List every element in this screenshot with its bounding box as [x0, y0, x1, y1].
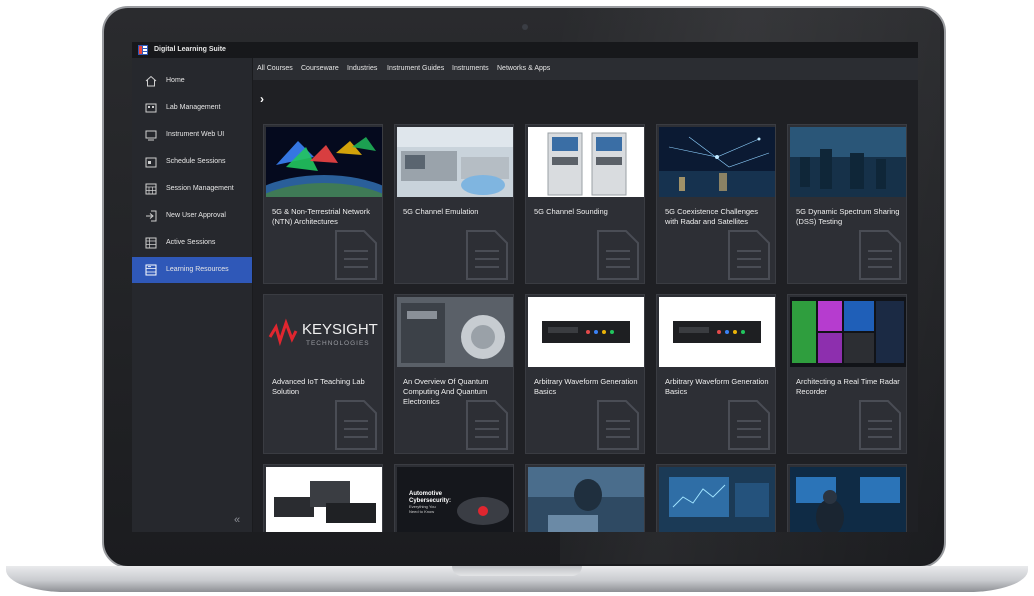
course-card[interactable] — [263, 464, 383, 532]
course-card[interactable]: KEYSIGHT TECHNOLOGIES Advanced IoT Teach… — [263, 294, 383, 454]
category-tabs: All Courses Courseware Industries Instru… — [253, 58, 918, 80]
course-card[interactable]: An Overview Of Quantum Computing And Qua… — [394, 294, 514, 454]
card-title: Advanced IoT Teaching Lab Solution — [272, 377, 365, 396]
document-icon — [597, 400, 639, 450]
card-thumbnail — [528, 467, 644, 532]
course-card[interactable]: 5G & Non-Terrestrial Network (NTN) Archi… — [263, 124, 383, 284]
sidebar-item-schedule-sessions[interactable]: Schedule Sessions — [132, 149, 252, 175]
tab-networks-apps[interactable]: Networks & Apps — [497, 58, 550, 80]
card-title: 5G Channel Emulation — [403, 207, 479, 216]
app-title: Digital Learning Suite — [154, 46, 226, 53]
calendar-grid-icon — [145, 183, 157, 195]
card-thumbnail — [397, 127, 513, 197]
document-icon — [859, 400, 901, 450]
course-card[interactable]: 5G Channel Emulation — [394, 124, 514, 284]
sidebar-item-instrument-web-ui[interactable]: Instrument Web UI — [132, 122, 252, 148]
title-bar: Digital Learning Suite — [132, 42, 918, 58]
document-icon — [859, 230, 901, 280]
card-thumbnail: KEYSIGHT TECHNOLOGIES — [266, 297, 382, 367]
breadcrumb-chevron[interactable]: › — [260, 92, 264, 106]
card-thumbnail — [659, 467, 775, 532]
card-title: 5G Dynamic Spectrum Sharing (DSS) Testin… — [796, 207, 900, 226]
document-icon — [597, 230, 639, 280]
laptop-notch — [452, 566, 582, 576]
sidebar-item-session-management[interactable]: Session Management — [132, 176, 252, 202]
monitor-icon — [145, 130, 157, 141]
tab-industries[interactable]: Industries — [347, 58, 377, 80]
document-icon — [466, 230, 508, 280]
home-icon — [145, 75, 157, 87]
course-card[interactable]: 5G Channel Sounding — [525, 124, 645, 284]
table-icon — [145, 237, 157, 249]
sidebar-item-label: Session Management — [166, 185, 234, 192]
course-card[interactable] — [656, 464, 776, 532]
document-icon — [466, 400, 508, 450]
thumbnail-overlay-text: Automotive — [409, 491, 443, 497]
calendar-icon — [145, 157, 157, 168]
document-icon — [728, 400, 770, 450]
sidebar-item-lab-management[interactable]: Lab Management — [132, 95, 252, 121]
card-thumbnail — [790, 127, 906, 197]
course-card[interactable]: Arbitrary Waveform Generation Basics — [525, 294, 645, 454]
card-thumbnail — [266, 127, 382, 197]
keysight-logo-subtext: TECHNOLOGIES — [306, 340, 370, 347]
course-card[interactable] — [525, 464, 645, 532]
course-card[interactable]: Architecting a Real Time Radar Recorder — [787, 294, 907, 454]
sidebar-item-label: Home — [166, 77, 185, 84]
sidebar-item-learning-resources[interactable]: Learning Resources — [132, 257, 252, 283]
sidebar-item-active-sessions[interactable]: Active Sessions — [132, 230, 252, 256]
course-card[interactable]: 5G Dynamic Spectrum Sharing (DSS) Testin… — [787, 124, 907, 284]
card-title: 5G Channel Sounding — [534, 207, 608, 216]
resources-icon — [145, 264, 157, 276]
lab-icon — [145, 103, 157, 113]
course-grid: 5G & Non-Terrestrial Network (NTN) Archi… — [263, 124, 909, 532]
document-icon — [335, 230, 377, 280]
thumbnail-overlay-text: Need to Know — [409, 509, 434, 514]
course-card[interactable]: Arbitrary Waveform Generation Basics — [656, 294, 776, 454]
keysight-logo-text: KEYSIGHT — [302, 321, 378, 338]
sidebar-item-new-user-approval[interactable]: New User Approval — [132, 203, 252, 229]
card-thumbnail — [659, 127, 775, 197]
card-title: Arbitrary Waveform Generation Basics — [534, 377, 638, 396]
collapse-sidebar-button[interactable]: « — [234, 514, 240, 526]
course-card[interactable]: Automotive Cybersecurity: Everything You… — [394, 464, 514, 532]
sidebar: Home Lab Management Instrument Web UI Sc… — [132, 58, 253, 532]
tab-all-courses[interactable]: All Courses — [257, 58, 293, 80]
sidebar-item-label: Active Sessions — [166, 239, 216, 246]
login-icon — [146, 210, 157, 222]
tab-courseware[interactable]: Courseware — [301, 58, 339, 80]
sidebar-item-home[interactable]: Home — [132, 68, 252, 94]
card-thumbnail — [790, 297, 906, 367]
sidebar-item-label: Instrument Web UI — [166, 131, 225, 138]
sidebar-item-label: Lab Management — [166, 104, 221, 111]
sidebar-item-label: New User Approval — [166, 212, 226, 219]
sidebar-item-label: Schedule Sessions — [166, 158, 226, 165]
app-logo-icon — [138, 45, 148, 55]
card-thumbnail: Automotive Cybersecurity: Everything You… — [397, 467, 513, 532]
card-thumbnail — [528, 297, 644, 367]
course-card[interactable] — [787, 464, 907, 532]
card-title: Architecting a Real Time Radar Recorder — [796, 377, 900, 396]
card-title: 5G Coexistence Challenges with Radar and… — [665, 207, 758, 226]
card-title: Arbitrary Waveform Generation Basics — [665, 377, 769, 396]
card-title: 5G & Non-Terrestrial Network (NTN) Archi… — [272, 207, 370, 226]
document-icon — [335, 400, 377, 450]
tab-instrument-guides[interactable]: Instrument Guides — [387, 58, 444, 80]
card-thumbnail — [790, 467, 906, 532]
camera-dot — [522, 24, 528, 30]
card-thumbnail — [266, 467, 382, 532]
document-icon — [728, 230, 770, 280]
app-screen: Digital Learning Suite Home Lab Manageme… — [132, 42, 918, 532]
course-card[interactable]: 5G Coexistence Challenges with Radar and… — [656, 124, 776, 284]
tab-instruments[interactable]: Instruments — [452, 58, 489, 80]
card-thumbnail — [528, 127, 644, 197]
sidebar-item-label: Learning Resources — [166, 266, 229, 273]
card-thumbnail — [659, 297, 775, 367]
card-thumbnail — [397, 297, 513, 367]
